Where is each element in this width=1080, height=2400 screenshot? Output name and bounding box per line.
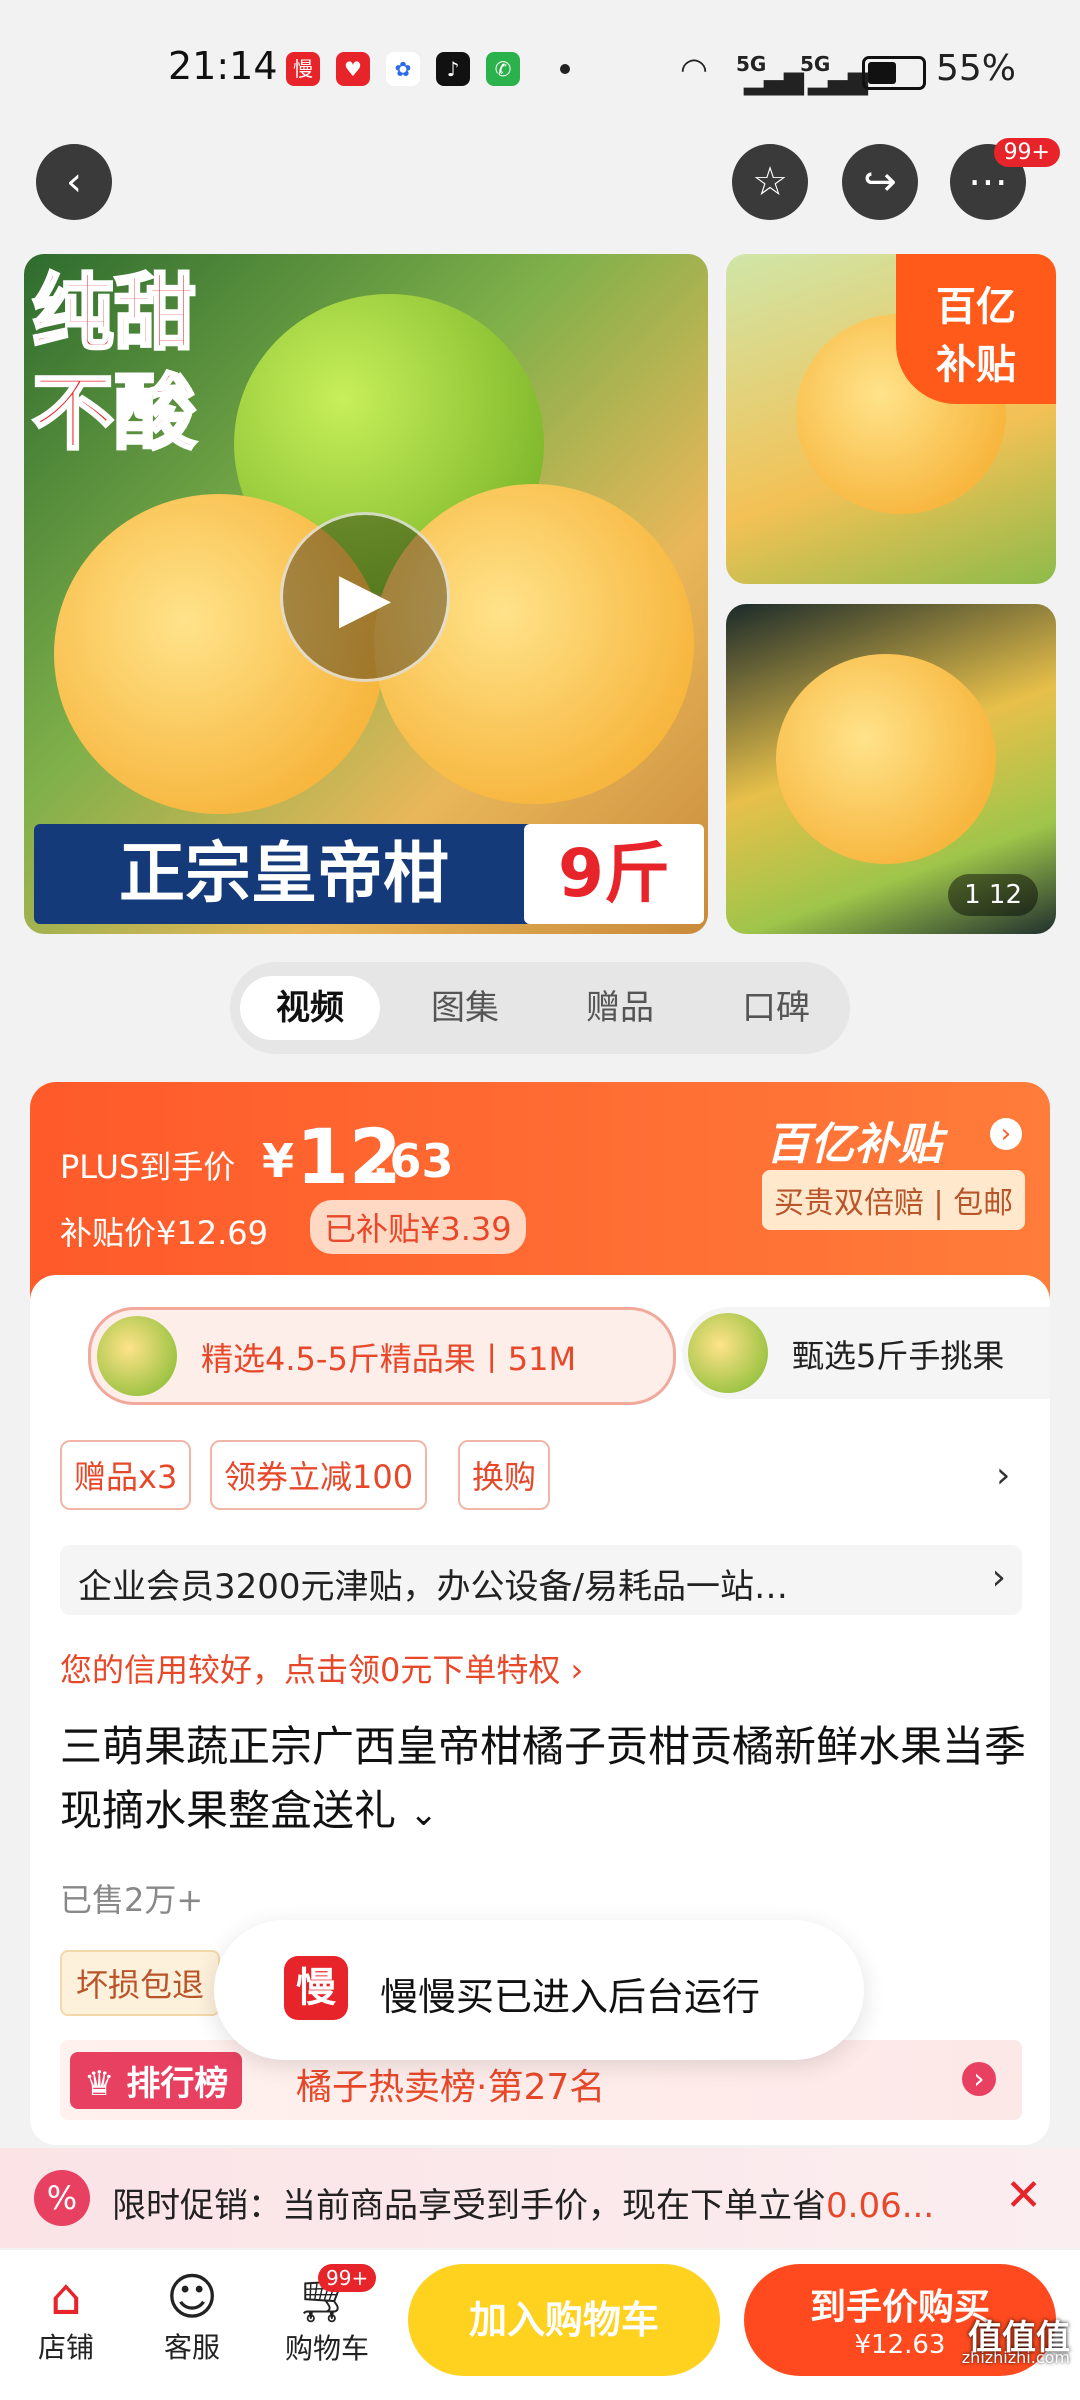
cart-button[interactable]: 🛒︎ 购物车 99+	[274, 2264, 380, 2367]
promo-tag-gifts[interactable]: 赠品x3	[60, 1440, 192, 1510]
bottom-action-bar: ⌂ 店铺 ☺ 客服 🛒︎ 购物车 99+ 加入购物车 到手价购买 ¥12.63 …	[0, 2250, 1080, 2400]
tab-video[interactable]: 视频	[240, 976, 380, 1040]
subsidy-badge-line2: 补贴	[936, 342, 1016, 388]
limited-promo-text: 限时促销：当前商品享受到手价，现在下单立省0.06...	[112, 2178, 934, 2227]
tiktok-icon: ♪	[436, 52, 470, 86]
share-arrow-icon: ↪	[863, 159, 897, 205]
brand-subsidy-badge[interactable]: 百亿补贴	[766, 1108, 942, 1172]
signal-1-icon: ▂▄▆	[744, 66, 804, 96]
gallery-page-counter: 1 12	[948, 874, 1038, 916]
cart-badge: 99+	[318, 2264, 377, 2292]
peeled-orange-thumb-2	[776, 654, 996, 864]
expand-title-icon[interactable]: ⌄	[409, 1794, 438, 1834]
tab-gifts[interactable]: 赠品	[550, 976, 690, 1040]
sold-count: 已售2万+	[60, 1881, 204, 1919]
chevron-right-icon[interactable]: ›	[990, 1118, 1022, 1150]
share-button[interactable]: ↪	[842, 144, 918, 220]
store-label: 店铺	[37, 2331, 94, 2364]
headline-sweet: 纯甜	[30, 265, 197, 363]
rank-badge-label: 排行榜	[126, 2064, 229, 2104]
cart-label: 购物车	[284, 2332, 369, 2365]
watermark: 值值值	[968, 2318, 1070, 2358]
toast-message: 慢慢买已进入后台运行	[380, 1975, 761, 2019]
clock: 21:14	[168, 44, 278, 88]
limited-promo-prefix: 限时促销：当前商品享受到手价，现在下单立省	[112, 2186, 826, 2226]
rank-text: 橘子热卖榜·第27名	[296, 2067, 606, 2108]
variant-thumbnail	[688, 1313, 768, 1393]
background-toast: 慢 慢慢买已进入后台运行	[214, 1920, 864, 2060]
promo-tag-coupon[interactable]: 领券立减100	[210, 1440, 428, 1510]
main-product-video[interactable]: 纯甜 不酸 ▶ 正宗皇帝柑 9斤	[24, 254, 708, 934]
tab-reviews[interactable]: 口碑	[706, 976, 846, 1040]
subsidized-amount-badge: 已补贴¥3.39	[310, 1200, 526, 1254]
variant-option-selected[interactable]: 精选4.5-5斤精品果丨51M	[88, 1307, 676, 1405]
signal-2-icon: ▂▄▆	[808, 66, 868, 96]
store-icon: ⌂	[50, 2268, 82, 2326]
percent-icon: %	[34, 2170, 90, 2226]
variant-label: 甄选5斤手挑果	[792, 1337, 1005, 1375]
subsidy-badge: 百亿 补贴	[896, 254, 1056, 404]
baidu-icon: ✿	[386, 52, 420, 86]
plus-price-currency: ¥	[262, 1134, 295, 1188]
service-button[interactable]: ☺ 客服	[150, 2268, 234, 2366]
product-title-text: 三萌果蔬正宗广西皇帝柑橘子贡柑贡橘新鲜水果当季现摘水果整盒送礼	[60, 1722, 1027, 1835]
variant-label: 精选4.5-5斤精品果丨51M	[201, 1340, 577, 1378]
status-bar: 21:14 慢 ♥ ✿ ♪ ✆ ◠ 5G ▂▄▆ 5G ▂▄▆ 55%	[0, 0, 1080, 140]
tab-gallery[interactable]: 图集	[395, 976, 535, 1040]
store-button[interactable]: ⌂ 店铺	[24, 2268, 108, 2366]
more-badge: 99+	[993, 138, 1060, 167]
back-button[interactable]: ‹	[36, 144, 112, 220]
service-label: 客服	[163, 2331, 220, 2364]
media-tabs: 视频 图集 赠品 口碑	[230, 962, 850, 1054]
manmanmai-icon: 慢	[284, 1956, 348, 2020]
promo-chevron-icon[interactable]: ›	[996, 1455, 1010, 1496]
battery-percent: 55%	[936, 48, 1017, 89]
guarantee-badge: 买贵双倍赔 | 包邮	[762, 1170, 1026, 1230]
plus-price-label: PLUS到手价	[60, 1148, 236, 1186]
product-title: 三萌果蔬正宗广西皇帝柑橘子贡柑贡橘新鲜水果当季现摘水果整盒送礼 ⌄	[60, 1715, 1030, 1846]
enterprise-banner[interactable]: 企业会员3200元津贴，办公设备/易耗品一站… ›	[60, 1545, 1022, 1615]
battery-icon	[862, 56, 926, 90]
limited-promo-amount: 0.06...	[826, 2186, 935, 2226]
banner-weight: 9斤	[524, 824, 704, 924]
chevron-left-icon: ‹	[66, 159, 82, 205]
phone-icon: ✆	[486, 52, 520, 86]
star-icon: ☆	[752, 159, 788, 205]
gallery-thumbnail-1[interactable]: 百亿 补贴	[726, 254, 1056, 584]
plus-price-decimal: .63	[372, 1134, 454, 1188]
promo-tag-label: 赠品x3	[60, 1440, 192, 1510]
rank-badge: ♛ 排行榜	[70, 2052, 243, 2109]
favorite-button[interactable]: ☆	[732, 144, 808, 220]
wifi-icon: ◠	[680, 50, 708, 88]
limited-promo-bar[interactable]: % 限时促销：当前商品享受到手价，现在下单立省0.06... ✕	[0, 2148, 1080, 2248]
credit-offer-link[interactable]: 您的信用较好，点击领0元下单特权 ›	[60, 1645, 583, 1691]
add-to-cart-button[interactable]: 加入购物车	[408, 2264, 720, 2376]
trophy-icon: ♛	[84, 2064, 115, 2104]
gallery-thumbnail-2[interactable]: 1 12	[726, 604, 1056, 934]
play-icon[interactable]: ▶	[280, 512, 450, 682]
promo-tag-label: 换购	[458, 1440, 551, 1510]
service-icon: ☺	[165, 2268, 219, 2326]
promo-tag-label: 领券立减100	[210, 1440, 428, 1510]
close-icon[interactable]: ✕	[1005, 2170, 1042, 2221]
rank-chevron-icon: ›	[962, 2062, 996, 2096]
app-notification-icon: ♥	[336, 52, 370, 86]
manmanmai-app-icon: 慢	[286, 52, 320, 86]
guarantee-tag: 坏损包退	[60, 1950, 221, 2016]
headline-not-sour: 不酸	[30, 365, 197, 463]
more-notifications-dot	[560, 64, 570, 74]
enterprise-chevron-icon: ›	[991, 1557, 1006, 1598]
subsidy-price: 补贴价¥12.69	[60, 1214, 268, 1252]
enterprise-text: 企业会员3200元津贴，办公设备/易耗品一站…	[78, 1567, 788, 1607]
variant-thumbnail	[97, 1316, 177, 1396]
subsidy-badge-line1: 百亿	[936, 284, 1016, 330]
banner-product-name: 正宗皇帝柑	[34, 824, 534, 924]
variant-option[interactable]: 甄选5斤手挑果	[682, 1307, 1050, 1399]
promo-tag-exchange[interactable]: 换购	[458, 1440, 551, 1510]
